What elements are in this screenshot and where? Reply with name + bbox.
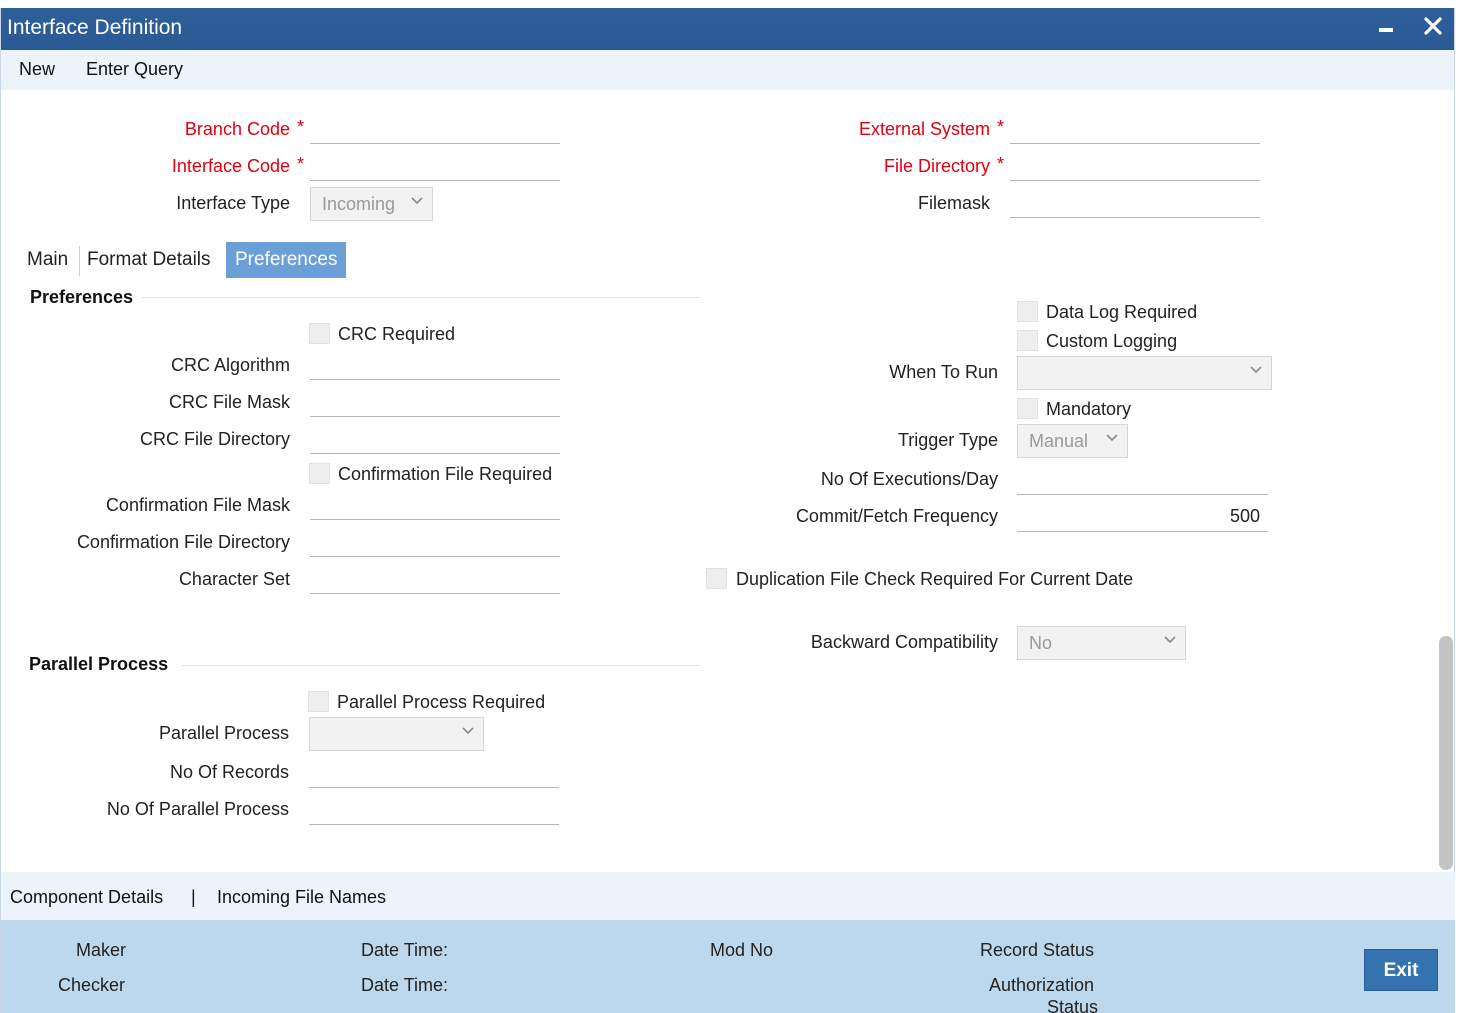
commit-fetch-frequency-label: Commit/Fetch Frequency xyxy=(795,506,998,526)
external-system-label: External System xyxy=(858,119,990,139)
chevron-down-icon xyxy=(1250,366,1262,374)
tab-format-details[interactable]: Format Details xyxy=(87,242,211,278)
checker-label: Checker xyxy=(58,975,126,995)
chevron-down-icon xyxy=(411,197,423,205)
required-marker: * xyxy=(997,117,1005,137)
confirmation-file-required-label: Confirmation File Required xyxy=(338,464,553,484)
trigger-type-value: Manual xyxy=(1029,431,1089,451)
no-of-records-label: No Of Records xyxy=(169,762,289,782)
new-menu-item[interactable]: New xyxy=(19,59,55,80)
required-marker: * xyxy=(297,117,305,137)
branch-code-label: Branch Code xyxy=(184,119,290,139)
backward-compatibility-select[interactable]: No xyxy=(1017,626,1186,660)
close-icon[interactable] xyxy=(1423,14,1443,45)
crc-algorithm-field[interactable] xyxy=(310,348,560,380)
checker-date-time-label: Date Time: xyxy=(361,975,449,995)
crc-file-directory-field[interactable] xyxy=(310,422,560,454)
confirmation-file-directory-label: Confirmation File Directory xyxy=(76,532,290,552)
interface-type-label: Interface Type xyxy=(176,193,290,213)
preferences-section-title: Preferences xyxy=(30,287,134,307)
confirmation-file-required-checkbox[interactable] xyxy=(309,463,330,484)
enter-query-menu-item[interactable]: Enter Query xyxy=(86,59,183,80)
required-marker: * xyxy=(297,154,305,174)
vertical-scrollbar[interactable] xyxy=(1439,636,1453,870)
commit-fetch-frequency-field[interactable]: 500 xyxy=(1017,500,1268,532)
title-bar: Interface Definition xyxy=(1,8,1454,50)
duplication-check-checkbox[interactable] xyxy=(706,568,727,589)
mandatory-label: Mandatory xyxy=(1046,399,1132,419)
menu-bar: New Enter Query xyxy=(1,50,1454,90)
window-title: Interface Definition xyxy=(7,16,183,39)
section-divider xyxy=(181,665,700,666)
no-of-parallel-process-field[interactable] xyxy=(309,793,559,825)
confirmation-file-mask-label: Confirmation File Mask xyxy=(105,495,290,515)
incoming-file-names-link[interactable]: Incoming File Names xyxy=(217,887,386,908)
crc-required-label: CRC Required xyxy=(338,324,456,344)
bottom-links-bar: Component Details | Incoming File Names xyxy=(1,872,1455,920)
parallel-process-required-label: Parallel Process Required xyxy=(337,692,546,712)
crc-algorithm-label: CRC Algorithm xyxy=(170,355,290,375)
interface-definition-window: Interface Definition New Enter Query Bra… xyxy=(0,8,1455,1013)
no-of-parallel-process-label: No Of Parallel Process xyxy=(106,799,289,819)
chevron-down-icon xyxy=(1106,434,1118,442)
character-set-field[interactable] xyxy=(310,562,560,594)
crc-file-directory-label: CRC File Directory xyxy=(139,429,290,449)
external-system-field[interactable] xyxy=(1010,112,1260,144)
mod-no-label: Mod No xyxy=(710,940,774,960)
component-details-link[interactable]: Component Details xyxy=(10,887,163,908)
chevron-down-icon xyxy=(1164,636,1176,644)
audit-footer: Maker Checker Date Time: Date Time: Mod … xyxy=(1,920,1455,1013)
interface-code-label: Interface Code xyxy=(171,156,290,176)
interface-code-field[interactable] xyxy=(310,149,560,181)
authorization-label: Authorization xyxy=(989,975,1095,995)
crc-file-mask-field[interactable] xyxy=(310,385,560,417)
branch-code-field[interactable] xyxy=(310,112,560,144)
data-log-required-label: Data Log Required xyxy=(1046,302,1198,322)
section-divider xyxy=(141,297,700,298)
duplication-check-label: Duplication File Check Required For Curr… xyxy=(736,569,1134,589)
custom-logging-checkbox[interactable] xyxy=(1017,330,1038,351)
authorization-status-label: Status xyxy=(1047,997,1099,1013)
interface-type-select[interactable]: Incoming xyxy=(310,187,433,221)
file-directory-label: File Directory xyxy=(883,156,990,176)
chevron-down-icon xyxy=(462,727,474,735)
crc-required-checkbox[interactable] xyxy=(309,323,330,344)
no-of-executions-field[interactable] xyxy=(1017,463,1268,495)
confirmation-file-mask-field[interactable] xyxy=(310,488,560,520)
when-to-run-label: When To Run xyxy=(889,362,998,382)
character-set-label: Character Set xyxy=(178,569,290,589)
custom-logging-label: Custom Logging xyxy=(1046,331,1178,351)
data-log-required-checkbox[interactable] xyxy=(1017,301,1038,322)
no-of-records-field[interactable] xyxy=(309,756,559,788)
exit-button[interactable]: Exit xyxy=(1364,949,1438,991)
required-marker: * xyxy=(997,154,1005,174)
when-to-run-select[interactable] xyxy=(1017,356,1272,390)
confirmation-file-directory-field[interactable] xyxy=(310,525,560,557)
record-status-label: Record Status xyxy=(980,940,1095,960)
parallel-process-required-checkbox[interactable] xyxy=(308,691,329,712)
filemask-field[interactable] xyxy=(1010,186,1260,218)
no-of-executions-label: No Of Executions/Day xyxy=(820,469,998,489)
parallel-process-section-title: Parallel Process xyxy=(29,654,169,674)
link-separator: | xyxy=(191,887,196,907)
parallel-process-select[interactable] xyxy=(309,717,484,751)
mandatory-checkbox[interactable] xyxy=(1017,398,1038,419)
crc-file-mask-label: CRC File Mask xyxy=(168,392,290,412)
maker-label: Maker xyxy=(76,940,127,960)
filemask-label: Filemask xyxy=(917,193,990,213)
backward-compatibility-value: No xyxy=(1029,633,1053,653)
trigger-type-label: Trigger Type xyxy=(897,430,998,450)
tab-main[interactable]: Main xyxy=(27,242,68,278)
maker-date-time-label: Date Time: xyxy=(361,940,449,960)
tab-preferences[interactable]: Preferences xyxy=(226,242,347,278)
interface-type-value: Incoming xyxy=(322,194,396,214)
trigger-type-select[interactable]: Manual xyxy=(1017,424,1128,458)
tab-divider xyxy=(79,246,80,276)
minimize-icon[interactable] xyxy=(1378,14,1394,45)
file-directory-field[interactable] xyxy=(1010,149,1260,181)
backward-compatibility-label: Backward Compatibility xyxy=(810,632,998,652)
parallel-process-label: Parallel Process xyxy=(158,723,289,743)
